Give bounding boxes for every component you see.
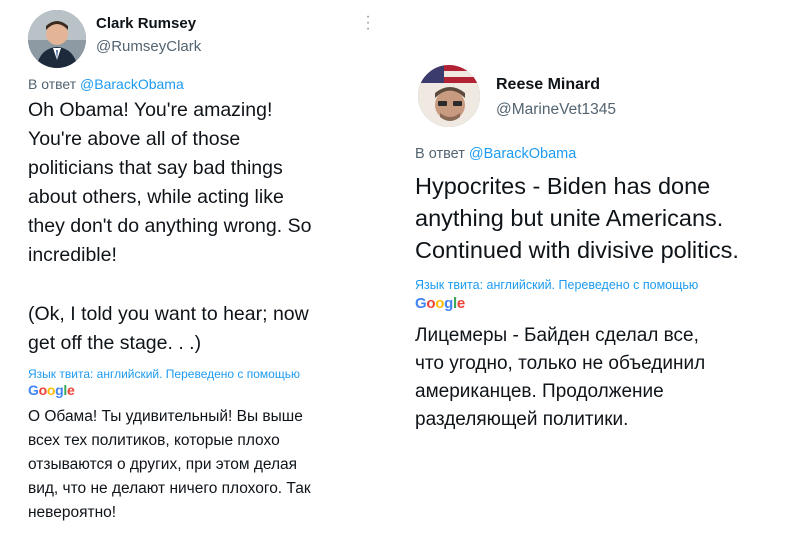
tweet-reese-minard: Reese Minard @MarineVet1345 В ответ @Bar…	[400, 0, 800, 533]
more-vertical-icon[interactable]: · · ·	[362, 9, 374, 37]
translation-note[interactable]: Язык твита: английский. Переведено с пом…	[28, 367, 300, 381]
tweet-text-continued: (Ok, I told you want to hear; now get of…	[28, 303, 309, 354]
translated-text: О Обама! Ты удивительный! Вы выше всех т…	[28, 408, 311, 521]
reply-context: В ответ @BarackObama	[28, 76, 184, 92]
tweet-text: Hypocrites - Biden has done anything but…	[415, 173, 739, 263]
reply-context: В ответ @BarackObama	[415, 146, 576, 162]
avatar[interactable]	[28, 10, 86, 68]
reply-to-link[interactable]: @BarackObama	[80, 76, 184, 92]
reply-prefix: В ответ	[28, 76, 77, 92]
reply-to-link[interactable]: @BarackObama	[469, 146, 576, 162]
author-handle[interactable]: @RumseyClark	[96, 38, 201, 55]
google-logo: Google	[28, 382, 75, 398]
reply-prefix: В ответ	[415, 146, 465, 162]
tweet-text: Oh Obama! You're amazing! You're above a…	[28, 99, 312, 266]
avatar-image	[418, 65, 480, 127]
translated-text: Лицемеры - Байден сделал все, что угодно…	[415, 325, 706, 430]
google-logo: Google	[415, 295, 465, 312]
author-handle[interactable]: @MarineVet1345	[496, 101, 616, 119]
author-name[interactable]: Reese Minard	[496, 76, 600, 94]
avatar[interactable]	[418, 65, 480, 127]
translation-note[interactable]: Язык твита: английский. Переведено с пом…	[415, 278, 698, 292]
tweet-clark-rumsey: Clark Rumsey @RumseyClark · · · В ответ @B…	[0, 0, 400, 533]
avatar-image	[28, 10, 86, 68]
author-name[interactable]: Clark Rumsey	[96, 15, 196, 32]
